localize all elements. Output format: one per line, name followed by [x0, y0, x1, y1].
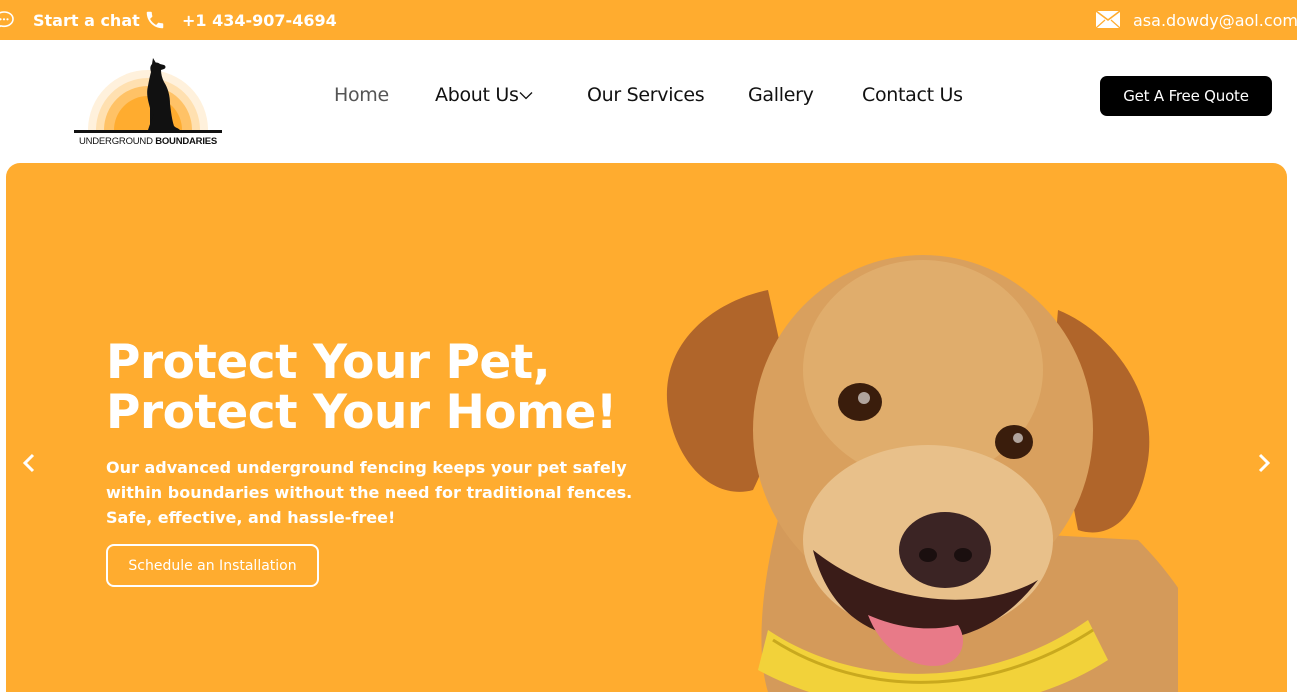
site-header: UNDERGROUND BOUNDARIES Home About Us Our…	[0, 40, 1297, 163]
chevron-down-icon[interactable]	[519, 91, 533, 100]
hero-heading-line-2: Protect Your Home!	[106, 385, 617, 440]
nav-home[interactable]: Home	[334, 84, 389, 106]
hero-heading-line-1: Protect Your Pet,	[106, 335, 551, 390]
dog-sun-logo-icon	[74, 58, 222, 133]
nav-contact-us[interactable]: Contact Us	[862, 84, 963, 106]
nav-our-services[interactable]: Our Services	[587, 84, 705, 106]
dog-photo	[666, 255, 1178, 692]
schedule-installation-button[interactable]: Schedule an Installation	[106, 544, 319, 587]
envelope-icon	[1095, 10, 1121, 29]
nav-about-us[interactable]: About Us	[435, 84, 519, 106]
hero-slider: Protect Your Pet, Protect Your Home! Our…	[6, 163, 1287, 692]
email-link[interactable]: asa.dowdy@aol.com	[1133, 0, 1297, 40]
nav-gallery[interactable]: Gallery	[748, 84, 814, 106]
free-quote-button[interactable]: Get A Free Quote	[1100, 76, 1272, 116]
phone-number-link[interactable]: +1 434-907-4694	[182, 0, 337, 40]
hero-heading: Protect Your Pet, Protect Your Home!	[106, 338, 666, 438]
chat-bubble-icon[interactable]	[0, 11, 14, 29]
chevron-right-icon[interactable]	[1256, 452, 1272, 474]
hero-description: Our advanced underground fencing keeps y…	[106, 458, 633, 527]
phone-icon	[146, 11, 164, 29]
site-logo[interactable]: UNDERGROUND BOUNDARIES	[70, 48, 226, 148]
logo-wordmark: UNDERGROUND BOUNDARIES	[78, 136, 218, 147]
chevron-left-icon[interactable]	[21, 452, 37, 474]
start-chat-link[interactable]: Start a chat	[33, 0, 140, 40]
top-contact-bar: Start a chat +1 434-907-4694 asa.dowdy@a…	[0, 0, 1297, 40]
